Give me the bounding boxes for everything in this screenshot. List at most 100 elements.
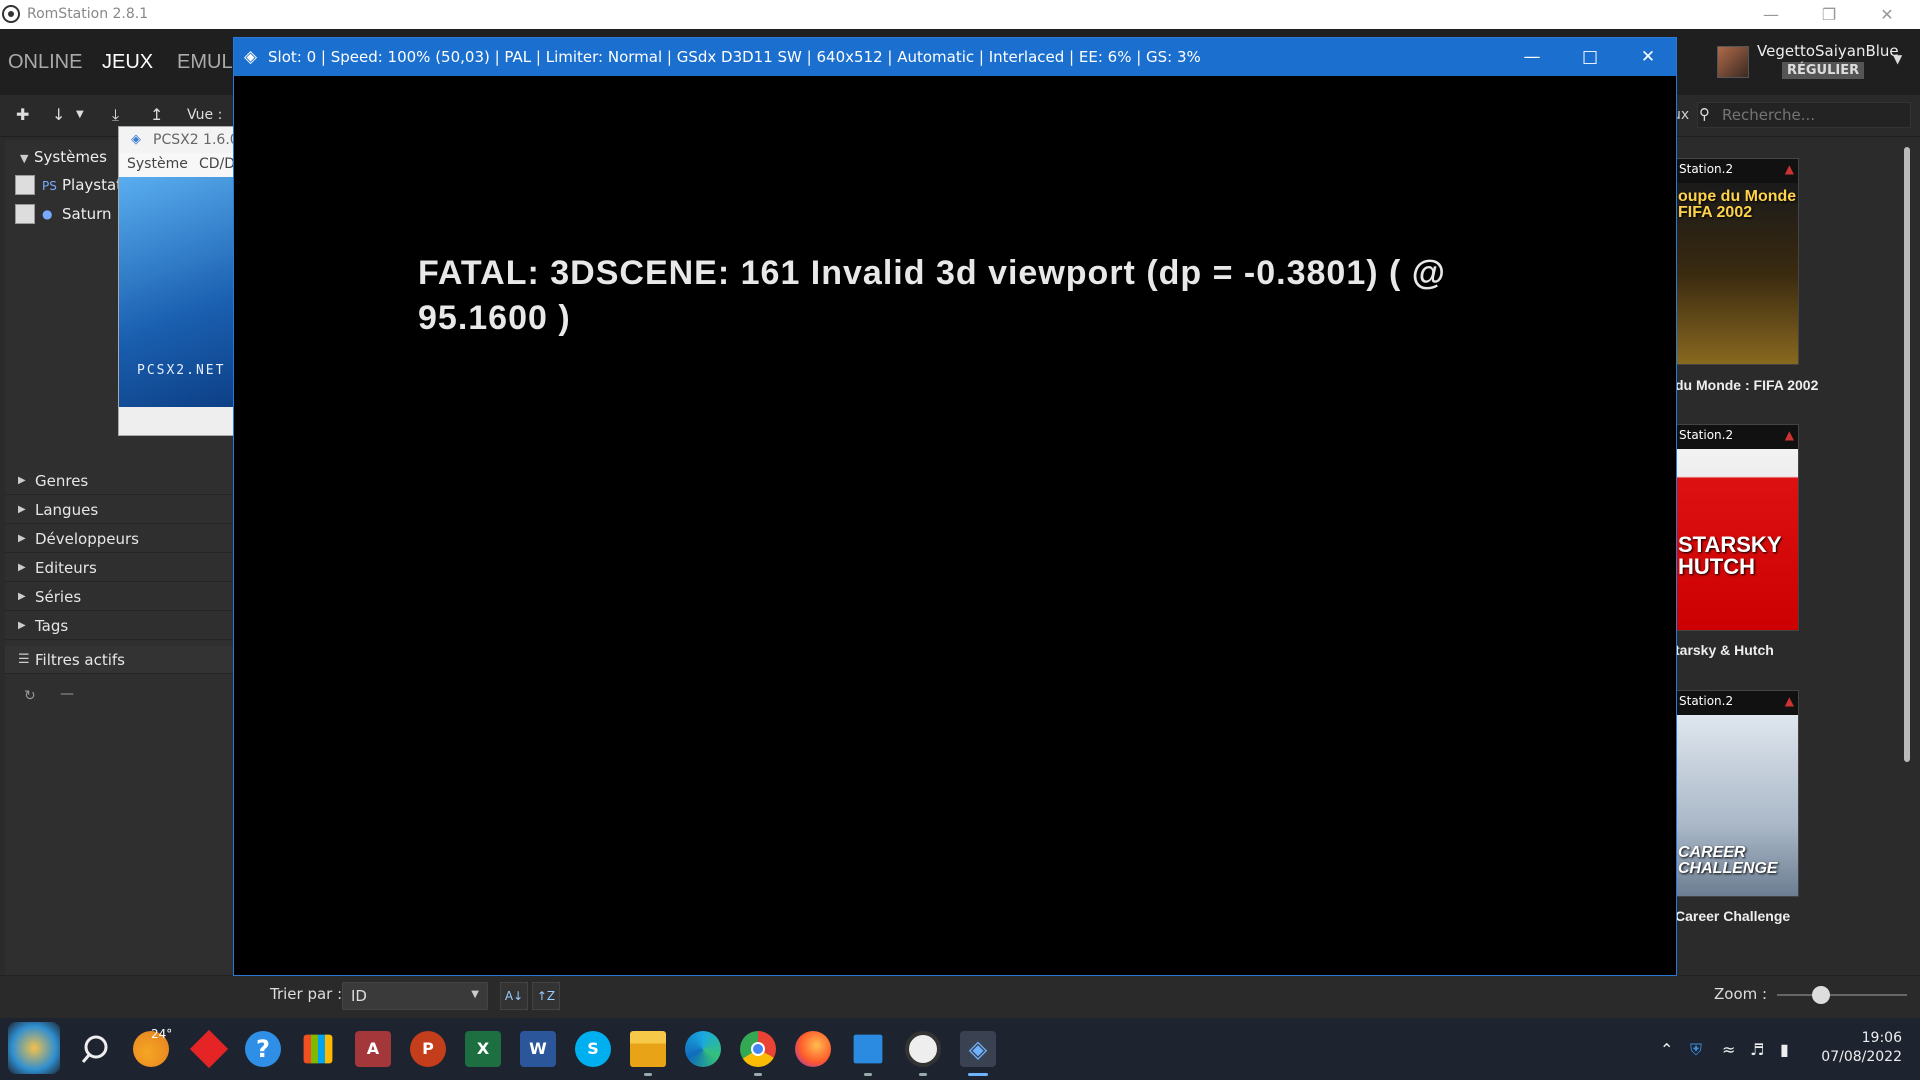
- list-icon: ☰: [18, 652, 30, 667]
- search-input[interactable]: [1722, 104, 1902, 126]
- romstation-logo-icon: [2, 5, 20, 23]
- weather-temperature: 24°: [151, 1027, 173, 1041]
- game-title-fifa-2002[interactable]: du Monde : FIFA 2002: [1675, 377, 1818, 393]
- romstation-taskbar-icon[interactable]: [905, 1031, 941, 1067]
- weather-icon[interactable]: 24°: [133, 1027, 172, 1067]
- game-title-starsky-hutch[interactable]: tarsky & Hutch: [1675, 642, 1774, 658]
- chevron-down-icon[interactable]: ▼: [1893, 52, 1902, 66]
- file-explorer-icon[interactable]: [630, 1031, 666, 1067]
- tab-emulateurs[interactable]: EMUL: [177, 51, 233, 74]
- expand-arrow-icon: ▶: [18, 504, 26, 515]
- maximize-icon[interactable]: □: [1561, 38, 1619, 76]
- pcsx2-splash-image: PCSX2.NET: [119, 177, 239, 407]
- zoom-slider-handle[interactable]: [1812, 986, 1830, 1004]
- sort-value: ID: [351, 987, 367, 1005]
- battery-icon[interactable]: ▮: [1780, 1040, 1789, 1059]
- game-title-f1-career-challenge[interactable]: Career Challenge: [1675, 908, 1790, 924]
- firefox-icon[interactable]: [795, 1031, 831, 1067]
- rank-badge: RÉGULIER: [1782, 62, 1865, 79]
- system-checkbox-saturn[interactable]: [15, 204, 35, 224]
- word-icon[interactable]: W: [520, 1031, 556, 1067]
- menu-systeme[interactable]: Système: [127, 156, 188, 172]
- menu-cd-dvd[interactable]: CD/D: [199, 156, 235, 172]
- pcsx2-splash-text: PCSX2.NET: [137, 363, 226, 378]
- close-icon[interactable]: ✕: [1619, 38, 1677, 76]
- system-checkbox-playstation[interactable]: [15, 175, 35, 195]
- security-shield-icon[interactable]: ⛨: [1690, 1040, 1702, 1060]
- minimize-icon[interactable]: —: [1503, 38, 1561, 76]
- clock-time: 19:06: [1861, 1030, 1902, 1046]
- pcsx2-titlebar: ◈ PCSX2 1.6.0: [119, 127, 239, 153]
- system-label-playstation: Playstat: [62, 176, 123, 194]
- pcsx2-logo-icon: ◈: [131, 132, 141, 147]
- sidebar-item-genres[interactable]: ▶ Genres: [5, 467, 233, 495]
- volume-icon[interactable]: ♬: [1750, 1040, 1764, 1059]
- pcsx2-taskbar-icon[interactable]: ◈: [960, 1031, 996, 1067]
- gsdx-render-window[interactable]: ◈ Slot: 0 | Speed: 100% (50,03) | PAL | …: [233, 37, 1677, 976]
- gsdx-titlebar[interactable]: ◈ Slot: 0 | Speed: 100% (50,03) | PAL | …: [234, 38, 1676, 76]
- excel-icon[interactable]: X: [465, 1031, 501, 1067]
- start-button[interactable]: [8, 1022, 60, 1074]
- clock[interactable]: 19:06 07/08/2022: [1812, 1029, 1902, 1067]
- scrollbar[interactable]: [1904, 147, 1910, 762]
- running-indicator: [919, 1073, 927, 1076]
- close-icon[interactable]: ✕: [1858, 0, 1916, 29]
- sidebar-item-tags[interactable]: ▶ Tags: [5, 612, 233, 640]
- restore-icon[interactable]: ❐: [1800, 0, 1858, 29]
- ps2-band: Station.2 ▲: [1676, 159, 1798, 183]
- sort-descending-button[interactable]: ↑Z: [532, 982, 560, 1010]
- expand-arrow-icon: ▶: [18, 533, 26, 544]
- upload-icon[interactable]: ↥: [150, 105, 163, 124]
- chrome-icon[interactable]: [740, 1031, 776, 1067]
- notepad-icon[interactable]: [853, 1034, 883, 1064]
- refresh-icon[interactable]: ↻: [24, 688, 36, 704]
- expand-arrow-icon: ▶: [18, 591, 26, 602]
- remove-icon[interactable]: —: [60, 686, 74, 702]
- chevron-down-icon[interactable]: ▼: [76, 109, 84, 120]
- install-icon[interactable]: ⤓: [112, 105, 119, 125]
- chevron-up-icon[interactable]: ⌃: [1660, 1040, 1673, 1059]
- add-icon[interactable]: ✚: [16, 105, 29, 124]
- help-icon[interactable]: ?: [245, 1031, 281, 1067]
- sort-select[interactable]: ID ▼: [342, 982, 488, 1010]
- pcsx2-menubar: Système CD/D: [119, 153, 239, 177]
- edge-icon[interactable]: [685, 1031, 721, 1067]
- expand-arrow-icon: ▶: [18, 620, 26, 631]
- tab-online[interactable]: ONLINE: [8, 51, 82, 74]
- active-filters-header[interactable]: ☰ Filtres actifs: [5, 646, 233, 674]
- ps2-band: Station.2 ▲: [1676, 691, 1798, 715]
- minimize-icon[interactable]: —: [1742, 0, 1800, 29]
- fatal-error-message: FATAL: 3DSCENE: 161 Invalid 3d viewport …: [418, 254, 1446, 337]
- sort-ascending-button[interactable]: A↓: [500, 982, 528, 1010]
- playstation-icon: ▲: [1784, 162, 1794, 176]
- game-cover-starsky-hutch[interactable]: Station.2 ▲ STARSKY HUTCH: [1675, 424, 1799, 631]
- sidebar-item-series[interactable]: ▶ Séries: [5, 583, 233, 611]
- wifi-icon[interactable]: ≈: [1722, 1040, 1735, 1059]
- ps2-band: Station.2 ▲: [1676, 425, 1798, 449]
- game-cover-fifa-2002[interactable]: Station.2 ▲ oupe du Monde FIFA 2002: [1675, 158, 1799, 365]
- game-cover-f1-career-challenge[interactable]: Station.2 ▲ CAREER CHALLENGE: [1675, 690, 1799, 897]
- sidebar-item-developpeurs[interactable]: ▶ Développeurs: [5, 525, 233, 553]
- powerpoint-icon[interactable]: P: [410, 1031, 446, 1067]
- gsdx-title: Slot: 0 | Speed: 100% (50,03) | PAL | Li…: [268, 48, 1201, 66]
- zoom-slider-track[interactable]: [1777, 994, 1907, 996]
- window-title: RomStation 2.8.1: [27, 6, 149, 22]
- chevron-down-icon: ▼: [471, 989, 479, 1000]
- systemes-header[interactable]: ▼ Systèmes: [20, 148, 107, 166]
- active-indicator: [968, 1073, 988, 1076]
- store-icon[interactable]: [303, 1034, 333, 1064]
- skype-icon[interactable]: S: [575, 1031, 611, 1067]
- search-icon[interactable]: [80, 1031, 116, 1067]
- access-icon[interactable]: A: [355, 1031, 391, 1067]
- tab-jeux[interactable]: JEUX: [102, 51, 153, 74]
- sidebar-item-langues[interactable]: ▶ Langues: [5, 496, 233, 524]
- username[interactable]: VegettoSaiyanBlue: [1757, 42, 1899, 60]
- sidebar-item-editeurs[interactable]: ▶ Editeurs: [5, 554, 233, 582]
- avatar[interactable]: [1717, 46, 1749, 78]
- expand-arrow-icon: ▶: [18, 475, 26, 486]
- pcsx2-logo-icon: ◈: [244, 47, 258, 67]
- systemes-label: Systèmes: [34, 148, 107, 166]
- download-icon[interactable]: ↓: [52, 105, 65, 124]
- running-indicator: [864, 1073, 872, 1076]
- romstation-titlebar: RomStation 2.8.1 — ❐ ✕: [0, 0, 1920, 29]
